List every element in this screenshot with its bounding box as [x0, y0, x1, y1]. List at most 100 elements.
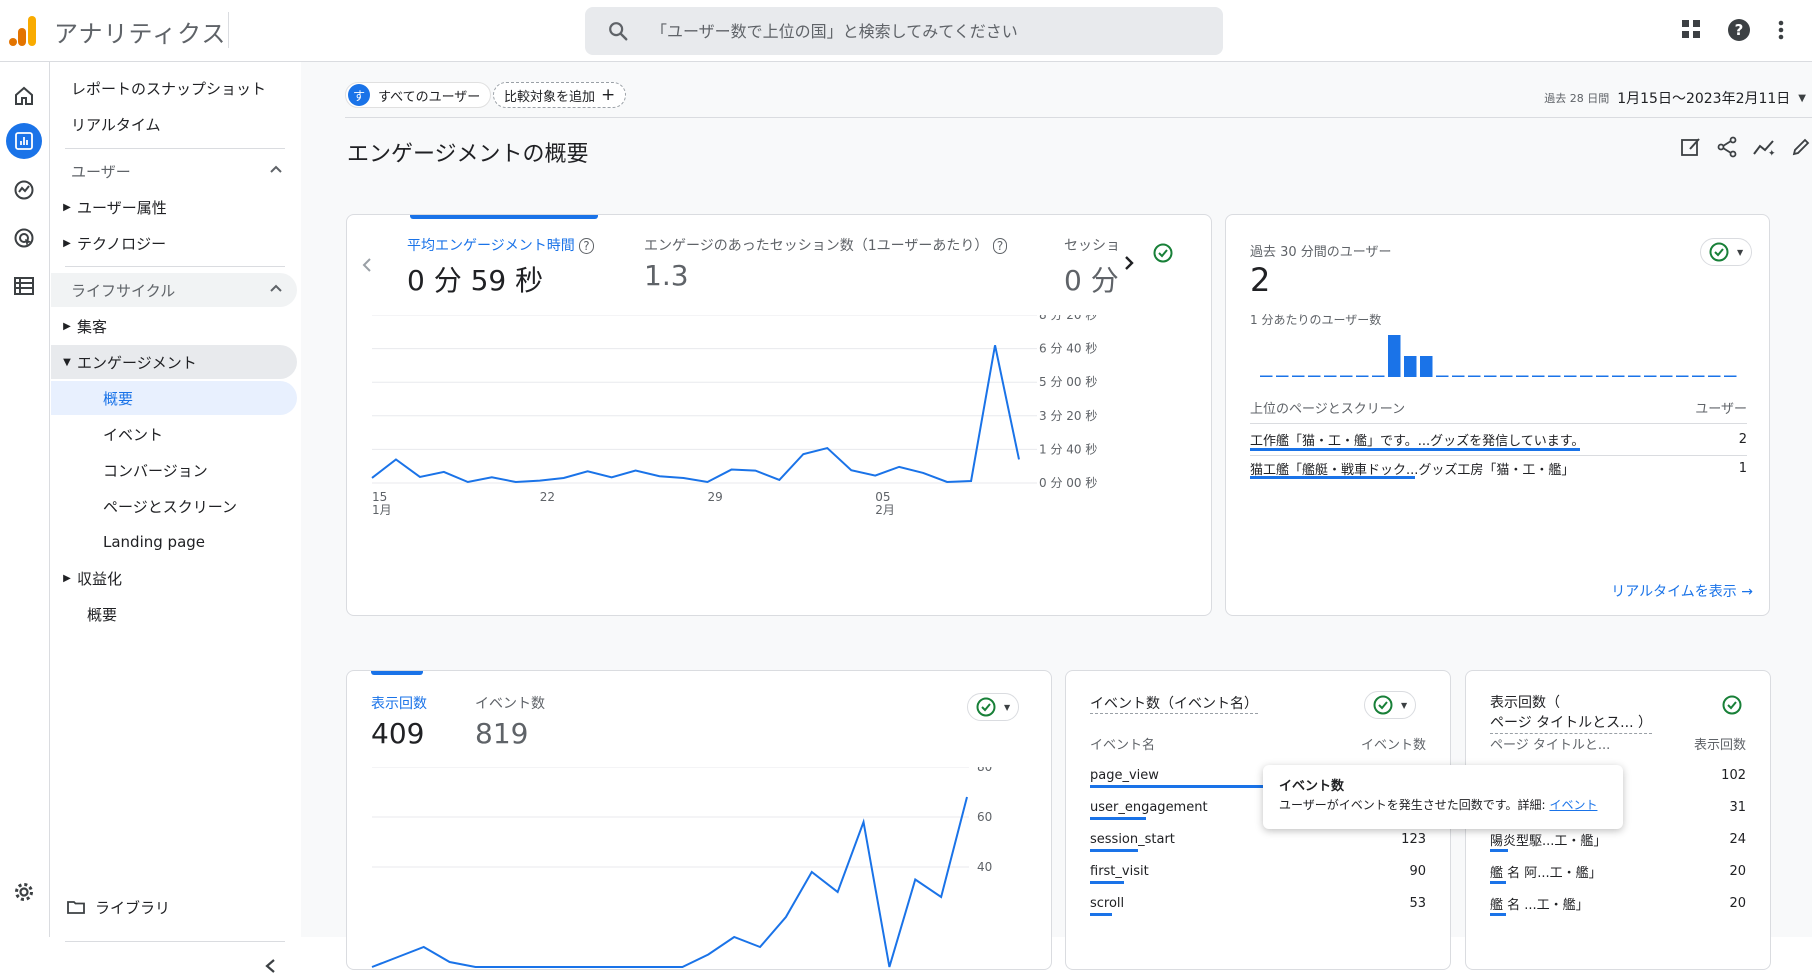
- chevron-down-icon: ▼: [1737, 247, 1744, 257]
- metric-label: 平均エンゲージメント時間 ?: [407, 235, 594, 255]
- search-input[interactable]: [651, 15, 1191, 47]
- x-month-label: 1月: [372, 503, 392, 517]
- row-share-bar: [1090, 881, 1124, 884]
- sidebar-item-label: レポートのスナップショット: [71, 79, 267, 98]
- section-label: ユーザー: [71, 162, 131, 181]
- minute-bar: [1484, 375, 1497, 377]
- chevron-left-icon[interactable]: [361, 257, 373, 273]
- check-circle-icon: [1709, 242, 1729, 262]
- sidebar-item-pages-screens[interactable]: ページとスクリーン: [51, 489, 297, 523]
- analytics-logo-icon[interactable]: [8, 14, 38, 48]
- settings-icon[interactable]: [6, 874, 42, 910]
- customize-report-icon[interactable]: [1680, 136, 1702, 158]
- configure-icon[interactable]: [6, 268, 42, 304]
- row-share-bar: [1490, 881, 1506, 884]
- data-quality-check[interactable]: ▼: [1700, 238, 1753, 266]
- help-icon: ?: [579, 238, 594, 254]
- table-row[interactable]: first_visit 90: [1090, 855, 1426, 887]
- realtime-title: 過去 30 分間のユーザー: [1250, 245, 1392, 260]
- chevron-down-icon: ▼: [1004, 702, 1011, 712]
- sidebar-item-overview[interactable]: 概要: [51, 597, 297, 631]
- minute-bar: [1436, 375, 1449, 377]
- insights-icon[interactable]: ✦: [1752, 136, 1776, 158]
- search-icon: [609, 22, 628, 41]
- sidebar-item-library[interactable]: ライブラリ: [51, 890, 297, 924]
- data-quality-check[interactable]: [1714, 691, 1750, 719]
- tooltip-link[interactable]: イベント: [1549, 798, 1597, 812]
- views-line-chart: 80 60 40: [371, 767, 992, 968]
- chevron-right-icon[interactable]: [1123, 255, 1135, 271]
- sidebar-item-demographics[interactable]: ▶ ユーザー属性: [51, 190, 297, 224]
- sidebar-item-tech[interactable]: ▶ テクノロジー: [51, 226, 297, 260]
- share-icon[interactable]: [1716, 136, 1738, 158]
- table-header: ページ タイトルと... 表示回数: [1490, 737, 1746, 753]
- explore-icon[interactable]: [6, 172, 42, 208]
- x-tick-label: 15: [372, 490, 387, 504]
- add-comparison-label: 比較対象を追加: [504, 89, 596, 105]
- metric-engaged-sessions[interactable]: エンゲージのあったセッション数（1ユーザーあたり） ? 1.3: [644, 235, 1008, 292]
- search-bar[interactable]: [585, 7, 1223, 55]
- series-line: [371, 345, 1020, 484]
- help-icon[interactable]: ?: [1727, 18, 1751, 42]
- metric-label: セッショ: [1064, 238, 1120, 254]
- sidebar-item-realtime[interactable]: リアルタイム: [51, 107, 297, 141]
- minute-bar: [1276, 375, 1289, 377]
- check-circle-icon: [1373, 695, 1393, 715]
- sidebar-section-lifecycle[interactable]: ライフサイクル: [51, 273, 297, 307]
- active-metric-indicator: [371, 671, 423, 675]
- collapse-sidebar-icon[interactable]: [264, 958, 276, 974]
- metric-avg-engagement[interactable]: 平均エンゲージメント時間 ? 0 分 59 秒: [407, 235, 594, 299]
- sidebar-item-acquisition[interactable]: ▶ 集客: [51, 309, 297, 343]
- active-metric-indicator: [410, 215, 598, 219]
- sidebar-item-landing-page[interactable]: Landing page: [51, 525, 297, 559]
- view-realtime-link[interactable]: リアルタイムを表示 →: [1611, 581, 1753, 601]
- advertising-icon[interactable]: [6, 220, 42, 256]
- per-minute-bar-chart: [1260, 335, 1737, 377]
- sidebar-item-label: イベント: [103, 425, 164, 444]
- sidebar-item-label: 概要: [103, 389, 134, 408]
- row-share-bar: [1490, 849, 1508, 852]
- data-quality-check[interactable]: ▼: [967, 693, 1020, 721]
- minute-bar: [1404, 356, 1417, 377]
- table-row[interactable]: 艦 名 阿...工・艦」 20: [1490, 855, 1746, 887]
- apps-grid-icon[interactable]: [1680, 18, 1702, 40]
- reports-icon[interactable]: [6, 123, 42, 159]
- sidebar-item-conversions[interactable]: コンバージョン: [51, 453, 297, 487]
- top-pages-table: 上位のページとスクリーン ユーザー 工作艦「猫・工・艦」です。...グッズを発信し…: [1250, 392, 1747, 606]
- minute-bar: [1516, 375, 1529, 377]
- y-tick-label: 40: [977, 860, 992, 874]
- sidebar-section-user[interactable]: ユーザー: [51, 154, 297, 188]
- minute-bar: [1644, 375, 1657, 377]
- table-row[interactable]: 猫工艦「艦艇・戦車ドック...グッズ工房「猫・工・艦」 1: [1250, 452, 1747, 484]
- metric-label: エンゲージのあったセッション数（1ユーザーあたり） ?: [644, 235, 1008, 255]
- top-bar: アナリティクス ?: [0, 0, 1812, 62]
- date-range-picker[interactable]: 過去 28 日間 1月15日～2023年2月11日 ▼: [1544, 88, 1806, 108]
- sidebar-item-label: リアルタイム: [71, 115, 161, 134]
- svg-text:✦: ✦: [1768, 149, 1776, 158]
- metric-views[interactable]: 表示回数 409: [371, 693, 427, 750]
- minute-bar: [1580, 375, 1593, 377]
- more-vert-icon[interactable]: [1776, 18, 1786, 42]
- sidebar-item-label: ページとスクリーン: [103, 497, 237, 516]
- sidebar-item-monetization[interactable]: ▶ 収益化: [51, 561, 297, 595]
- metric-session-time[interactable]: セッショ 0 分: [1064, 235, 1124, 299]
- header-divider: [345, 117, 1812, 118]
- add-comparison-button[interactable]: 比較対象を追加 +: [493, 82, 627, 108]
- edit-icon[interactable]: [1790, 136, 1812, 158]
- table-row[interactable]: 艦 名 ...工・艦」 20: [1490, 887, 1746, 919]
- sidebar-item-snapshot[interactable]: レポートのスナップショット: [51, 71, 297, 105]
- data-quality-check[interactable]: ▼: [1364, 691, 1417, 719]
- data-quality-check[interactable]: [1145, 239, 1181, 267]
- home-icon[interactable]: [6, 78, 42, 114]
- sidebar-item-events[interactable]: イベント: [51, 417, 297, 451]
- sidebar-item-engagement-overview[interactable]: 概要: [51, 381, 297, 415]
- x-month-label: 2月: [875, 503, 895, 517]
- table-row[interactable]: scroll 53: [1090, 887, 1426, 919]
- minute-bar: [1660, 375, 1673, 377]
- sidebar-item-engagement[interactable]: ▼ エンゲージメント: [51, 345, 297, 379]
- segment-chip[interactable]: す すべてのユーザー: [345, 82, 492, 108]
- sidebar-item-label: 概要: [87, 605, 118, 624]
- metric-value: 1.3: [644, 259, 689, 292]
- sidebar-item-label: ユーザー属性: [77, 198, 167, 217]
- metric-events[interactable]: イベント数 819: [475, 693, 545, 750]
